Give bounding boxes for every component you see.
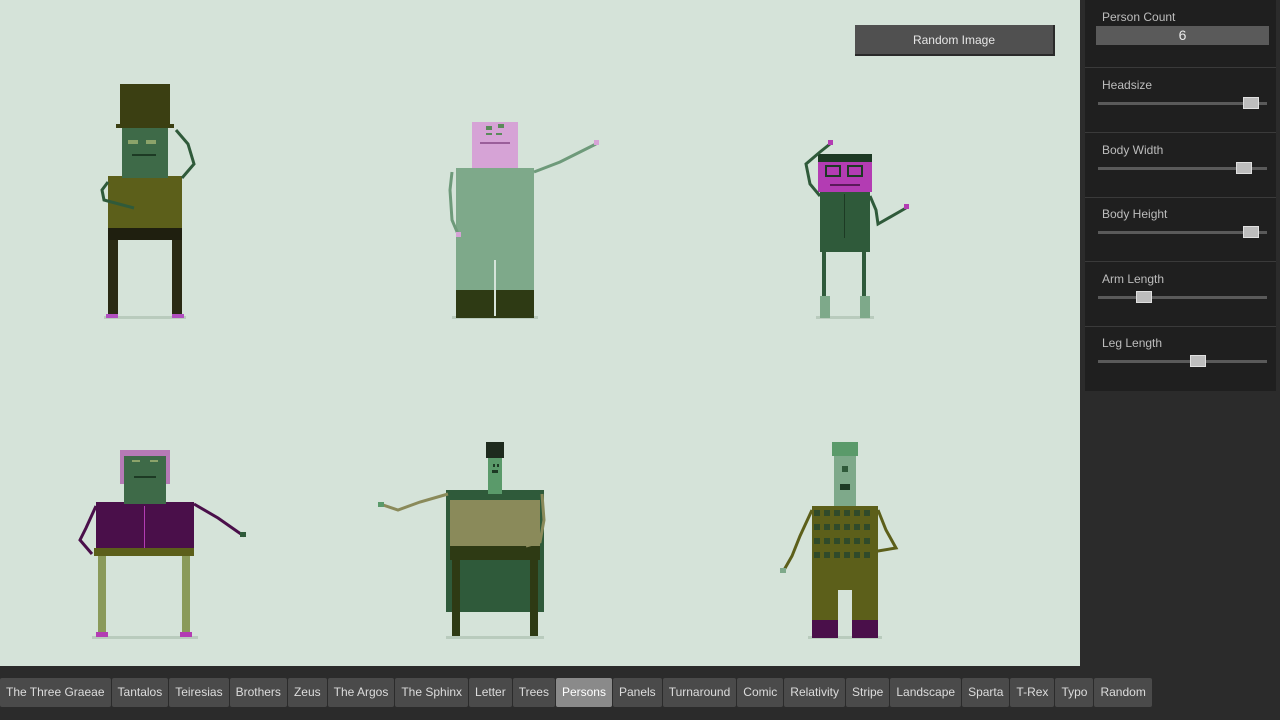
- tab-the-three-graeae[interactable]: The Three Graeae: [0, 678, 111, 707]
- tab-turnaround[interactable]: Turnaround: [662, 678, 737, 707]
- tab-zeus[interactable]: Zeus: [287, 678, 327, 707]
- tab-landscape[interactable]: Landscape: [890, 678, 962, 707]
- person-plaid: [780, 442, 899, 639]
- body-width-control: Body Width: [1085, 133, 1276, 198]
- tab-comic[interactable]: Comic: [737, 678, 784, 707]
- tab-tantalos[interactable]: Tantalos: [111, 678, 169, 707]
- body-width-slider-thumb[interactable]: [1235, 162, 1252, 174]
- person-pink-head: [448, 122, 599, 319]
- tab-typo[interactable]: Typo: [1055, 678, 1094, 707]
- person-purple-shirt: [78, 450, 246, 639]
- tab-the-sphinx[interactable]: The Sphinx: [395, 678, 469, 707]
- body-width-slider[interactable]: [1098, 162, 1267, 174]
- person-glasses: [804, 140, 909, 319]
- arm-length-label: Arm Length: [1102, 272, 1165, 286]
- leg-length-slider-thumb[interactable]: [1189, 355, 1206, 367]
- scene-tabs: The Three Graeae Tantalos Teiresias Brother…: [0, 678, 1153, 707]
- controls-panel: Person Count 6 Headsize Body Width Body …: [1085, 0, 1276, 391]
- tab-t-rex[interactable]: T-Rex: [1010, 678, 1055, 707]
- persons-illustration: [78, 84, 909, 639]
- tab-persons[interactable]: Persons: [555, 678, 612, 707]
- tab-letter[interactable]: Letter: [469, 678, 512, 707]
- arm-length-slider-thumb[interactable]: [1136, 291, 1153, 303]
- person-top-hat: [100, 84, 196, 319]
- random-image-button[interactable]: Random Image: [855, 25, 1055, 56]
- person-count-label: Person Count: [1102, 10, 1176, 24]
- tab-sparta[interactable]: Sparta: [962, 678, 1010, 707]
- tab-trees[interactable]: Trees: [512, 678, 555, 707]
- leg-length-control: Leg Length: [1085, 327, 1276, 391]
- tab-brothers[interactable]: Brothers: [229, 678, 287, 707]
- drawing-canvas: Random Image: [0, 0, 1080, 666]
- arm-length-slider[interactable]: [1098, 291, 1267, 303]
- person-count-input[interactable]: 6: [1096, 26, 1269, 45]
- leg-length-label: Leg Length: [1102, 336, 1163, 350]
- body-height-slider-thumb[interactable]: [1243, 226, 1260, 238]
- arm-length-control: Arm Length: [1085, 262, 1276, 327]
- tab-stripe[interactable]: Stripe: [845, 678, 890, 707]
- body-width-label: Body Width: [1102, 143, 1164, 157]
- headsize-control: Headsize: [1085, 68, 1276, 133]
- tab-the-argos[interactable]: The Argos: [327, 678, 395, 707]
- tab-random[interactable]: Random: [1094, 678, 1152, 707]
- tab-teiresias[interactable]: Teiresias: [169, 678, 229, 707]
- body-height-label: Body Height: [1102, 207, 1168, 221]
- person-count-control: Person Count 6: [1085, 0, 1276, 68]
- body-height-slider[interactable]: [1098, 226, 1267, 238]
- tab-panels[interactable]: Panels: [612, 678, 662, 707]
- headsize-slider[interactable]: [1098, 97, 1267, 109]
- body-height-control: Body Height: [1085, 198, 1276, 262]
- leg-length-slider[interactable]: [1098, 355, 1267, 367]
- headsize-slider-thumb[interactable]: [1243, 97, 1260, 109]
- tab-relativity[interactable]: Relativity: [784, 678, 845, 707]
- headsize-label: Headsize: [1102, 78, 1153, 92]
- person-box-body: [378, 442, 546, 639]
